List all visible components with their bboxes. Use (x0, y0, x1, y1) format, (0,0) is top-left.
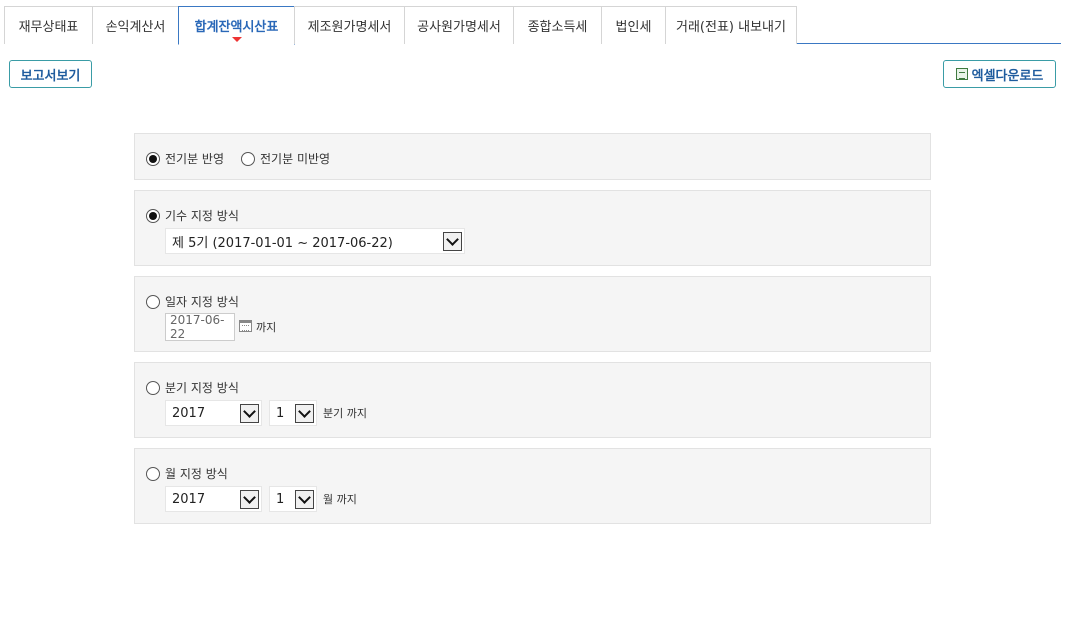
fiscal-term-radio[interactable] (146, 208, 160, 223)
quarter-value: 1 (276, 405, 285, 421)
tab-corporate-tax[interactable]: 법인세 (601, 6, 666, 44)
month-mode-label: 월 지정 방식 (165, 467, 228, 481)
tab-label: 손익계산서 (105, 20, 166, 35)
tab-label: 제조원가명세서 (307, 20, 392, 35)
tab-label: 법인세 (615, 20, 652, 35)
report-view-label: 보고서보기 (20, 68, 81, 84)
tab-label: 합계잔액시산표 (194, 20, 279, 35)
date-field-value: 2017-06-22 (170, 313, 225, 341)
fiscal-term-panel: 기수 지정 방식 제 5기 (2017-01-01 ~ 2017-06-22) (134, 190, 931, 266)
date-field[interactable]: 2017-06-22 (165, 313, 235, 341)
month-value: 1 (276, 491, 285, 507)
tab-label: 공사원가명세서 (417, 20, 501, 35)
chevron-down-icon (295, 490, 314, 509)
active-caret-icon (231, 37, 242, 42)
tab-construction-cost[interactable]: 공사원가명세서 (404, 6, 514, 44)
month-suffix: 월 까지 (323, 493, 357, 506)
quarter-suffix: 분기 까지 (323, 407, 367, 420)
month-mode-panel: 월 지정 방식 2017 1 월 까지 (134, 448, 931, 524)
prior-reflect-label: 전기분 반영 (165, 152, 225, 166)
quarter-select[interactable]: 1 (269, 400, 317, 426)
date-mode-label: 일자 지정 방식 (165, 295, 239, 309)
month-year-value: 2017 (172, 491, 206, 507)
chevron-down-icon (443, 232, 462, 251)
prior-not-reflect-label: 전기분 미반영 (260, 152, 331, 166)
quarter-mode-radio[interactable] (146, 380, 160, 395)
month-select[interactable]: 1 (269, 486, 317, 512)
prior-reflect-radio[interactable] (146, 151, 160, 166)
fiscal-term-label: 기수 지정 방식 (165, 209, 239, 223)
chevron-down-icon (240, 490, 259, 509)
calendar-icon[interactable] (239, 320, 252, 332)
excel-icon (955, 68, 968, 80)
date-suffix: 까지 (256, 321, 277, 334)
month-mode-radio[interactable] (146, 466, 160, 481)
tab-balance-sheet[interactable]: 재무상태표 (4, 6, 93, 44)
tab-label: 거래(전표) 내보내기 (676, 20, 786, 35)
quarter-year-value: 2017 (172, 405, 206, 421)
fiscal-term-value: 제 5기 (2017-01-01 ~ 2017-06-22) (172, 235, 393, 251)
month-year-select[interactable]: 2017 (165, 486, 262, 512)
chevron-down-icon (240, 404, 259, 423)
quarter-mode-panel: 분기 지정 방식 2017 1 분기 까지 (134, 362, 931, 438)
prior-period-panel: 전기분 반영 전기분 미반영 (134, 133, 931, 180)
report-view-button[interactable]: 보고서보기 (9, 60, 92, 88)
excel-download-button[interactable]: 엑셀다운로드 (943, 60, 1056, 88)
prior-not-reflect-radio[interactable] (241, 151, 256, 166)
tab-trial-balance[interactable]: 합계잔액시산표 (178, 6, 295, 45)
quarter-mode-label: 분기 지정 방식 (165, 381, 239, 395)
date-mode-radio[interactable] (146, 294, 160, 309)
tab-income-tax[interactable]: 종합소득세 (513, 6, 602, 44)
excel-download-label: 엑셀다운로드 (971, 68, 1044, 84)
tab-income-statement[interactable]: 손익계산서 (92, 6, 179, 44)
report-tabs: 재무상태표 손익계산서 합계잔액시산표 제조원가명세서 공사원가명세서 종합소득… (4, 6, 1061, 45)
tab-label: 재무상태표 (18, 20, 79, 35)
chevron-down-icon (295, 404, 314, 423)
fiscal-term-select[interactable]: 제 5기 (2017-01-01 ~ 2017-06-22) (165, 228, 465, 254)
quarter-year-select[interactable]: 2017 (165, 400, 262, 426)
tab-transaction-export[interactable]: 거래(전표) 내보내기 (665, 6, 797, 44)
date-mode-panel: 일자 지정 방식 2017-06-22 까지 (134, 276, 931, 352)
tab-manufacturing-cost[interactable]: 제조원가명세서 (294, 6, 405, 44)
tab-label: 종합소득세 (527, 20, 588, 35)
